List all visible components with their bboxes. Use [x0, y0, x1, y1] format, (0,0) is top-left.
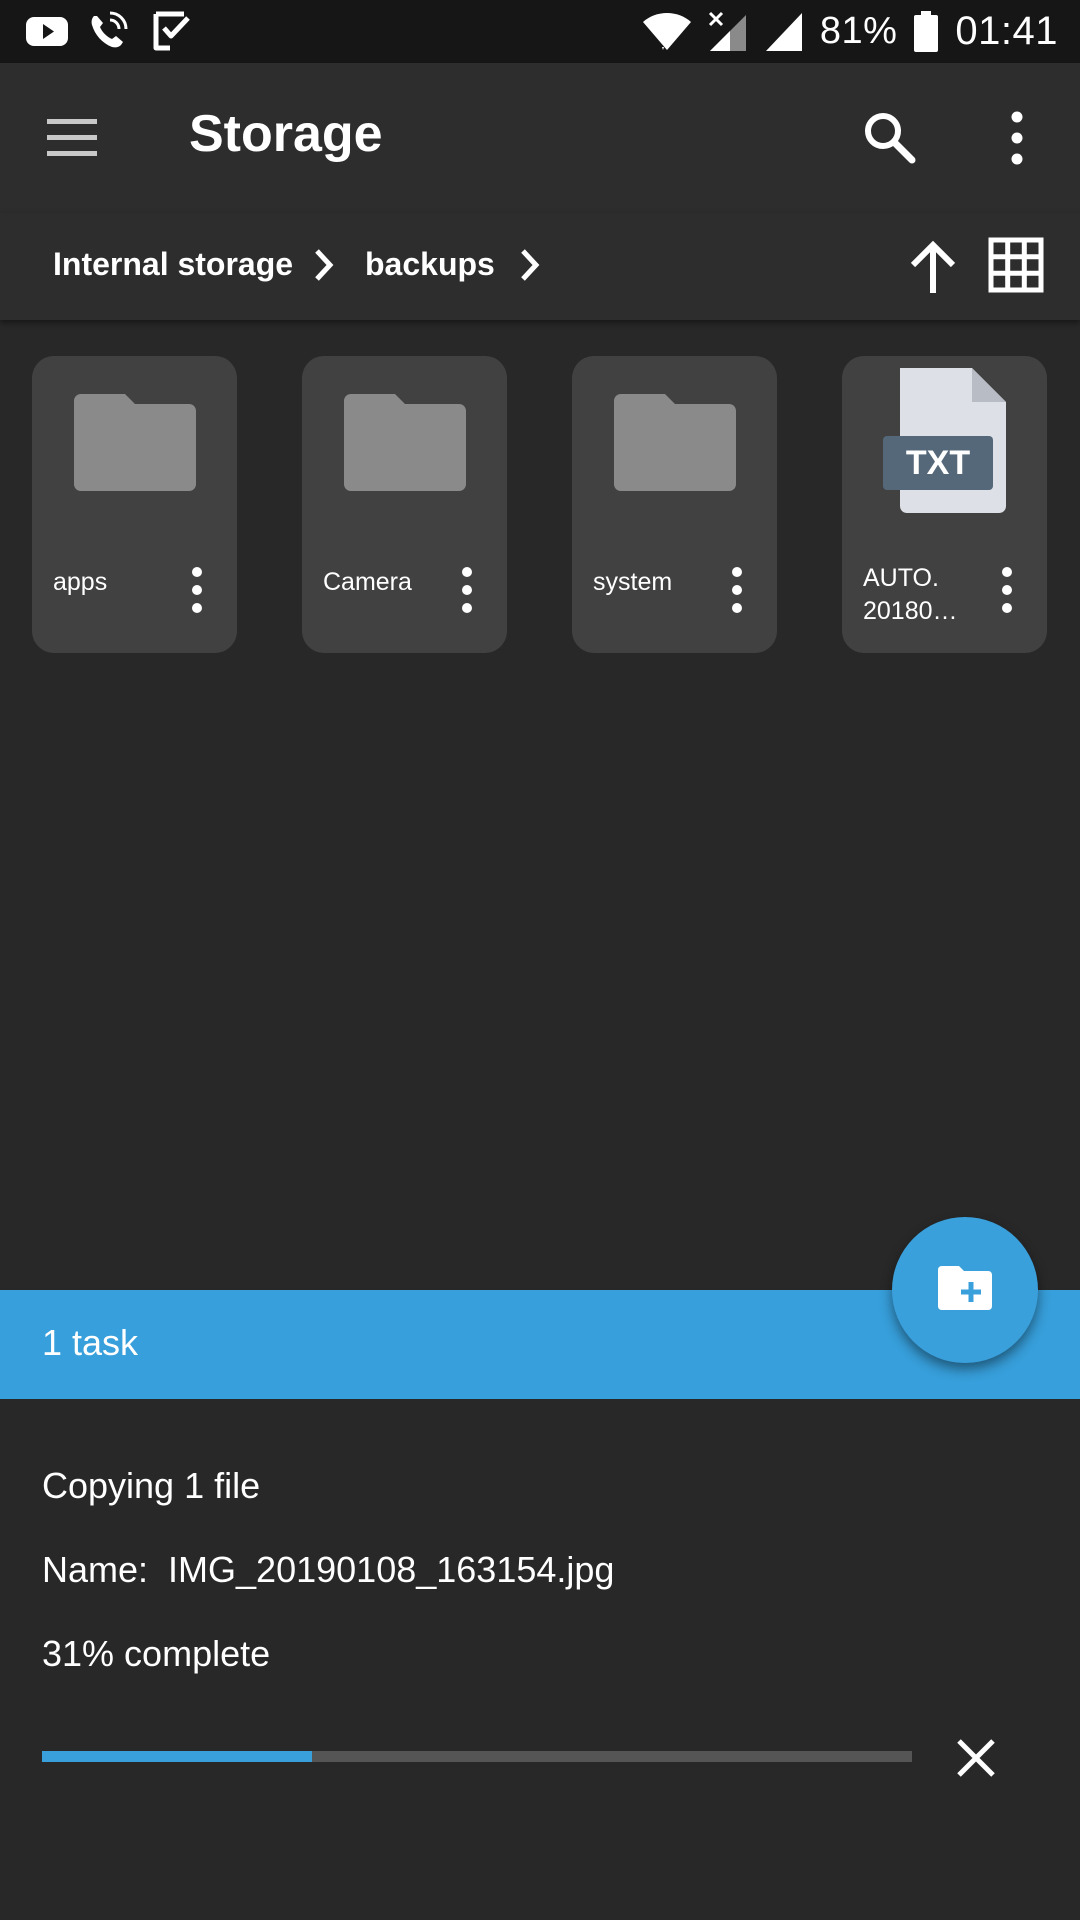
folder-tile-apps[interactable]: apps [32, 356, 237, 653]
folder-icon [74, 394, 196, 491]
breadcrumb-internal-storage[interactable]: Internal storage [53, 246, 293, 283]
file-type-badge: TXT [906, 444, 970, 482]
breadcrumb-backups[interactable]: backups [365, 246, 495, 283]
task-file-row: Name: IMG_20190108_163154.jpg [42, 1549, 614, 1591]
tile-name: apps [53, 568, 108, 596]
folder-icon [344, 394, 466, 491]
breadcrumb: Internal storage backups [0, 213, 1080, 320]
new-folder-button[interactable] [892, 1217, 1038, 1363]
task-file-name: IMG_20190108_163154.jpg [168, 1549, 615, 1590]
task-count: 1 task [42, 1322, 139, 1363]
more-vert-icon[interactable] [722, 566, 752, 614]
file-tile-txt[interactable]: TXT AUTO. 20180… [842, 356, 1047, 653]
signal-icon [765, 12, 802, 51]
status-indicators: 81% 01:41 [642, 0, 1058, 63]
progress-bar [42, 1751, 912, 1762]
search-icon[interactable] [860, 108, 920, 168]
name-label: Name: [42, 1549, 149, 1590]
task-operation: Copying 1 file [42, 1465, 261, 1506]
wifi-icon [642, 12, 691, 50]
tile-name: AUTO. 20180… [863, 564, 958, 625]
toolbar: Storage [0, 63, 1080, 213]
status-bar: 81% 01:41 [0, 0, 1080, 63]
page-title: Storage [189, 105, 383, 163]
folder-tile-camera[interactable]: Camera [302, 356, 507, 653]
youtube-icon [26, 17, 68, 46]
tile-name: system [593, 568, 673, 596]
grid-view-icon[interactable] [988, 237, 1044, 293]
tile-name: Camera [323, 568, 412, 596]
more-vert-icon[interactable] [182, 566, 212, 614]
no-signal-icon [708, 11, 746, 51]
app-screen: 81% 01:41 Storage Internal storage backu… [0, 0, 1080, 1920]
task-progress-text: 31% complete [42, 1633, 271, 1674]
close-icon[interactable] [955, 1737, 997, 1779]
more-vert-icon[interactable] [992, 566, 1022, 614]
folder-icon [614, 394, 736, 491]
battery-percent: 81% [819, 10, 898, 52]
progress-fill [42, 1751, 312, 1762]
battery-icon [914, 10, 939, 52]
more-vert-icon[interactable] [1000, 108, 1034, 168]
wifi-calling-icon [91, 11, 128, 48]
txt-file-icon: TXT [883, 368, 1006, 513]
chevron-right-icon [315, 249, 334, 281]
checklist-icon [153, 11, 190, 51]
more-vert-icon[interactable] [452, 566, 482, 614]
create-new-folder-icon [938, 1266, 992, 1310]
clock: 01:41 [955, 9, 1058, 53]
chevron-right-icon [521, 249, 540, 281]
folder-tile-system[interactable]: system [572, 356, 777, 653]
task-panel: Copying 1 file Name: IMG_20190108_163154… [0, 1399, 1080, 1920]
menu-icon[interactable] [42, 113, 102, 163]
arrow-upward-icon[interactable] [905, 237, 961, 297]
